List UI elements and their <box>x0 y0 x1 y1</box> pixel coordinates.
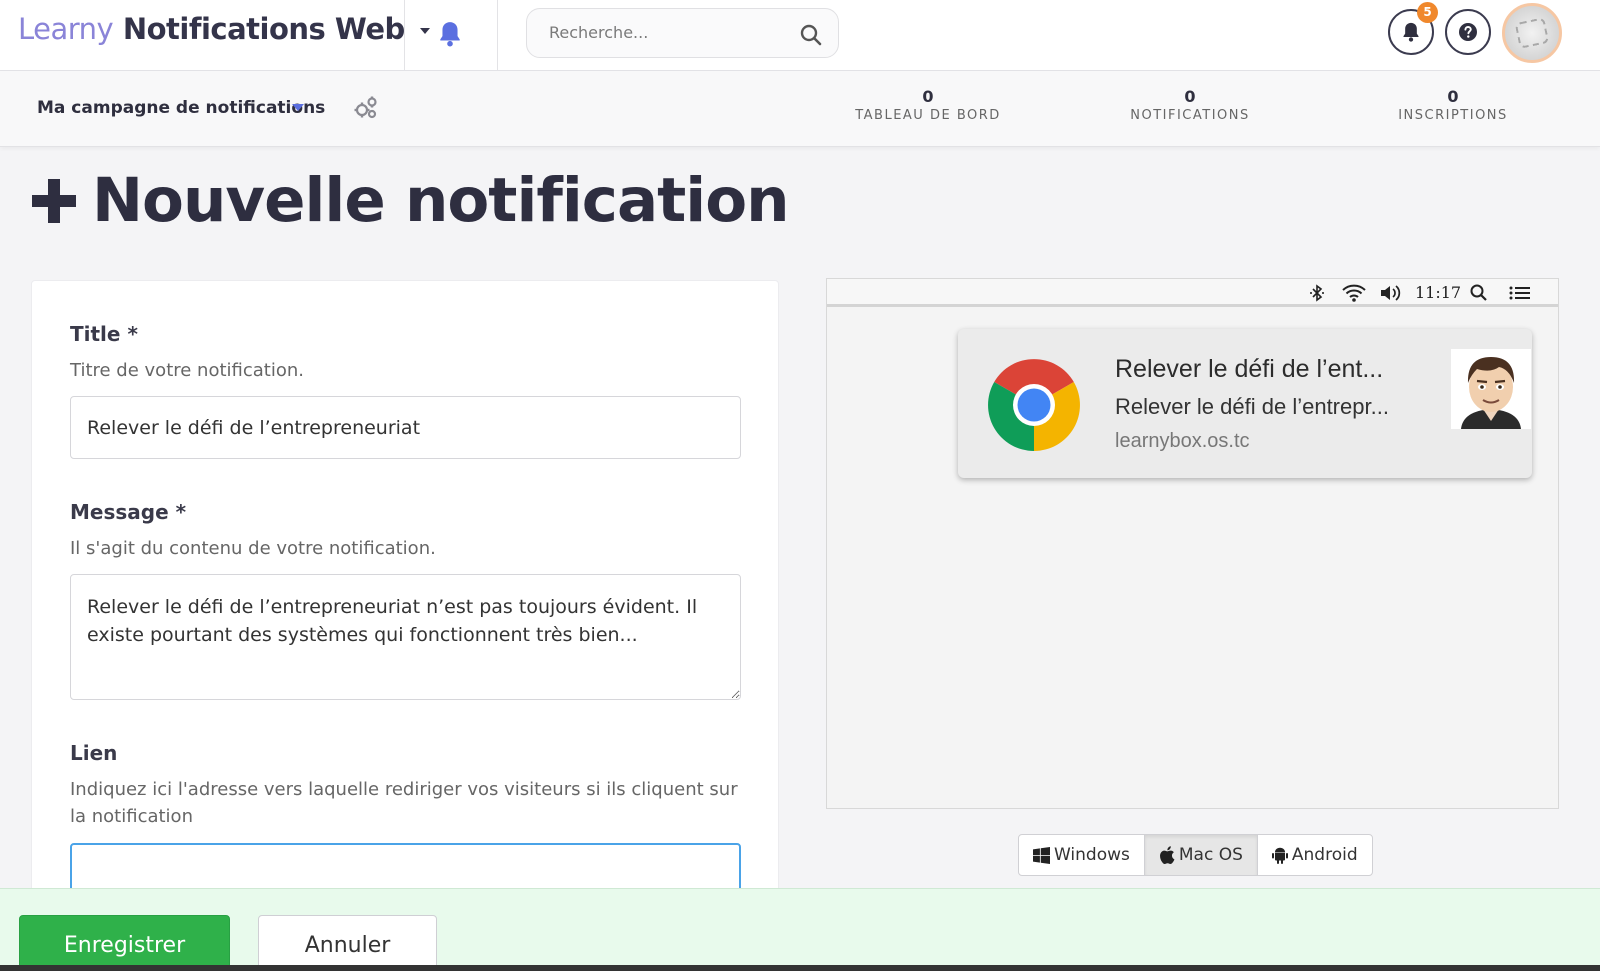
search-icon[interactable] <box>800 24 822 46</box>
notification-form: Title * Titre de votre notification. Mes… <box>31 280 779 900</box>
stat-label: NOTIFICATIONS <box>1130 108 1250 123</box>
plus-icon <box>32 178 76 223</box>
app-brand[interactable]: Learny Notifications Web <box>18 12 431 46</box>
avatar-logo <box>1514 17 1550 49</box>
brand-name: Notifications Web <box>122 12 405 46</box>
windows-icon <box>1033 846 1050 864</box>
top-navbar: Learny Notifications Web 5 <box>0 0 1600 71</box>
brand-prefix: Learny <box>18 12 114 46</box>
notification-message: Relever le défi de l’entrepr... <box>1115 394 1389 419</box>
os-option-android[interactable]: Android <box>1258 835 1372 875</box>
stat-label: TABLEAU DE BORD <box>855 108 1001 123</box>
search-box <box>526 8 839 58</box>
notification-card[interactable]: Relever le défi de l’ent... Relever le d… <box>958 329 1532 478</box>
settings-gears-icon[interactable] <box>353 95 379 121</box>
title-label: Title * <box>70 322 138 346</box>
android-icon <box>1271 847 1288 864</box>
stat-dashboard[interactable]: 0 TABLEAU DE BORD <box>838 87 1018 123</box>
message-textarea[interactable]: Relever le défi de l’entrepreneuriat n’e… <box>70 574 741 700</box>
bell-icon[interactable] <box>437 20 463 48</box>
os-option-macos[interactable]: Mac OS <box>1144 835 1258 875</box>
os-option-windows[interactable]: Windows <box>1019 835 1145 875</box>
link-help: Indiquez ici l'adresse vers laquelle red… <box>70 779 738 827</box>
user-avatar[interactable] <box>1502 3 1562 63</box>
stat-notifications[interactable]: 0 NOTIFICATIONS <box>1100 87 1280 123</box>
help-icon <box>1459 23 1477 41</box>
message-help: Il s'agit du contenu de votre notificati… <box>70 538 436 559</box>
title-input[interactable] <box>70 396 741 459</box>
title-help: Titre de votre notification. <box>70 360 304 381</box>
campaign-selector-label[interactable]: Ma campagne de notifications <box>37 98 325 118</box>
notification-preview: 11:17 Relever le défi de l’ent... Releve… <box>826 278 1559 809</box>
os-selector: Windows Mac OS Android <box>1018 834 1373 876</box>
help-button[interactable] <box>1445 9 1491 55</box>
form-actions-bar: Enregistrer Annuler <box>0 888 1600 971</box>
notification-title: Relever le défi de l’ent... <box>1115 355 1384 383</box>
stat-value: 0 <box>1447 87 1459 106</box>
cancel-button[interactable]: Annuler <box>258 915 437 971</box>
bluetooth-icon <box>1310 284 1324 302</box>
divider <box>404 0 405 70</box>
save-button[interactable]: Enregistrer <box>19 915 230 971</box>
os-option-label: Windows <box>1054 845 1130 865</box>
page-title: Nouvelle notification <box>30 165 790 236</box>
stat-label: INSCRIPTIONS <box>1398 108 1508 123</box>
bell-icon <box>1403 22 1419 42</box>
list-icon <box>1509 286 1530 300</box>
stat-value: 0 <box>1184 87 1196 106</box>
mac-menubar: 11:17 <box>827 279 1558 307</box>
message-label: Message * <box>70 500 187 524</box>
stat-subscriptions[interactable]: 0 INSCRIPTIONS <box>1363 87 1543 123</box>
notification-url: learnybox.os.tc <box>1115 430 1250 452</box>
cartoon-avatar-image <box>1451 349 1531 429</box>
link-label: Lien <box>70 741 118 765</box>
campaign-bar: Ma campagne de notifications 0 TABLEAU D… <box>0 71 1600 147</box>
spotlight-search-icon <box>1470 284 1487 301</box>
chrome-icon <box>988 359 1080 451</box>
search-input[interactable] <box>549 23 789 42</box>
volume-icon <box>1381 285 1401 301</box>
notification-count-badge: 5 <box>1417 2 1438 23</box>
campaign-chevron-down-icon[interactable] <box>292 104 304 111</box>
wifi-icon <box>1342 284 1366 302</box>
page-title-text: Nouvelle notification <box>92 165 790 236</box>
stat-value: 0 <box>922 87 934 106</box>
menubar-clock: 11:17 <box>1415 283 1462 302</box>
apple-icon <box>1159 846 1175 864</box>
bottom-edge <box>0 965 1600 971</box>
os-option-label: Android <box>1291 845 1358 865</box>
os-option-label: Mac OS <box>1178 845 1243 865</box>
brand-chevron-down-icon <box>420 28 431 34</box>
divider <box>497 0 498 70</box>
